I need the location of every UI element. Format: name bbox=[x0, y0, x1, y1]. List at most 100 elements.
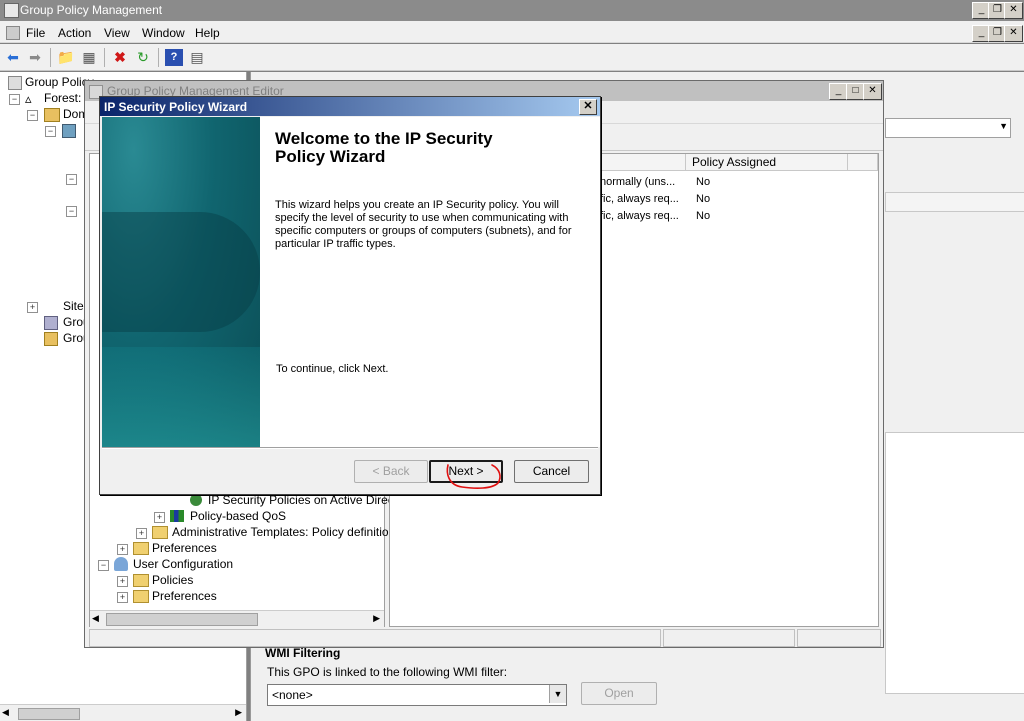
qos-chart-icon bbox=[170, 510, 184, 522]
banner-shape bbox=[102, 212, 260, 332]
wizard-footer-divider bbox=[102, 447, 598, 449]
wizard-description: This wizard helps you create an IP Secur… bbox=[275, 199, 572, 250]
folder-icon bbox=[133, 574, 149, 587]
collapse-icon[interactable]: − bbox=[98, 560, 109, 571]
tree-item-forest[interactable]: Forest: bbox=[44, 91, 81, 105]
scroll-left-icon[interactable]: ◀ bbox=[2, 707, 9, 718]
folder-icon bbox=[133, 542, 149, 555]
close-icon[interactable]: ✕ bbox=[1004, 2, 1023, 19]
tree-item-admin-templates[interactable]: Administrative Templates: Policy definit… bbox=[172, 525, 409, 539]
tree-item-ipsec[interactable]: IP Security Policies on Active Directo bbox=[208, 493, 404, 507]
gp-results-icon bbox=[44, 332, 58, 346]
collapse-icon[interactable]: − bbox=[66, 206, 77, 217]
tree-item-qos[interactable]: Policy-based QoS bbox=[190, 509, 286, 523]
status-segment bbox=[663, 629, 795, 647]
collapse-icon[interactable]: − bbox=[27, 110, 38, 121]
gpme-close-icon[interactable]: ✕ bbox=[863, 83, 882, 100]
right-dropdown[interactable]: ▼ bbox=[885, 118, 1011, 138]
banner-shape bbox=[102, 347, 260, 447]
right-lower-panel bbox=[885, 432, 1024, 694]
properties-icon[interactable]: ▤ bbox=[188, 49, 206, 66]
wizard-heading: Welcome to the IP Security Policy Wizard bbox=[275, 129, 493, 166]
collapse-icon[interactable]: − bbox=[9, 94, 20, 105]
menu-view[interactable]: View bbox=[104, 26, 130, 40]
expand-icon[interactable]: + bbox=[117, 576, 128, 587]
help-icon[interactable]: ? bbox=[165, 49, 183, 66]
wmi-filter-value: <none> bbox=[272, 688, 313, 702]
forward-arrow-icon[interactable]: ➡ bbox=[26, 49, 44, 66]
folder-icon bbox=[152, 526, 168, 539]
expand-icon[interactable]: + bbox=[117, 592, 128, 603]
menu-bar: File Action View Window Help _ ❐ ✕ bbox=[0, 21, 1024, 43]
wizard-title: IP Security Policy Wizard bbox=[104, 100, 248, 114]
user-config-icon bbox=[114, 557, 128, 571]
gpme-tree-scrollbar[interactable]: ◀ ▶ bbox=[90, 610, 384, 627]
refresh-icon[interactable]: ↻ bbox=[134, 49, 152, 66]
domain-icon bbox=[62, 124, 76, 138]
menu-action[interactable]: Action bbox=[58, 26, 91, 40]
toolbar-separator bbox=[104, 48, 105, 67]
gpm-root-icon bbox=[8, 76, 22, 90]
row-policy-assigned[interactable]: No bbox=[696, 176, 710, 188]
expand-icon[interactable]: + bbox=[154, 512, 165, 523]
up-folder-icon[interactable]: 📁 bbox=[57, 49, 75, 66]
collapse-icon[interactable]: − bbox=[45, 126, 56, 137]
wizard-content-area bbox=[260, 117, 600, 447]
app-icon bbox=[4, 3, 19, 18]
toolbar-separator bbox=[50, 48, 51, 67]
wmi-filter-select[interactable]: <none> ▼ bbox=[267, 684, 567, 706]
wizard-close-icon[interactable]: ✕ bbox=[579, 99, 597, 115]
status-segment bbox=[89, 629, 661, 647]
red-annotation-mark bbox=[446, 464, 501, 489]
tree-item-preferences[interactable]: Preferences bbox=[152, 541, 217, 555]
main-window-title: Group Policy Management bbox=[20, 3, 163, 17]
back-arrow-icon[interactable]: ⬅ bbox=[4, 49, 22, 66]
row-policy-assigned[interactable]: No bbox=[696, 210, 710, 222]
row-description[interactable]: normally (uns... bbox=[600, 176, 675, 188]
right-column-header bbox=[885, 192, 1024, 212]
domains-folder-icon bbox=[44, 108, 60, 122]
collapse-icon[interactable]: − bbox=[66, 174, 77, 185]
tree-horizontal-scrollbar[interactable]: ◀ ▶ bbox=[0, 704, 246, 721]
scroll-right-icon[interactable]: ▶ bbox=[235, 707, 242, 718]
gp-modeling-icon bbox=[44, 316, 58, 330]
main-title-bar: Group Policy Management _ ❐ ✕ bbox=[0, 0, 1024, 21]
tree-item-user-config[interactable]: User Configuration bbox=[133, 557, 233, 571]
row-description[interactable]: fic, always req... bbox=[600, 210, 679, 222]
chevron-down-icon[interactable]: ▼ bbox=[999, 121, 1008, 131]
back-button[interactable]: < Back bbox=[354, 460, 428, 483]
toolbar: ⬅ ➡ 📁 ▦ ✖ ↻ ? ▤ bbox=[0, 44, 1024, 71]
menu-help[interactable]: Help bbox=[195, 26, 220, 40]
mmc-doc-icon bbox=[6, 26, 20, 40]
column-header-policy-assigned[interactable]: Policy Assigned bbox=[686, 154, 848, 171]
expand-icon[interactable]: + bbox=[117, 544, 128, 555]
scroll-left-icon[interactable]: ◀ bbox=[92, 613, 99, 624]
expand-icon[interactable]: + bbox=[27, 302, 38, 313]
delete-icon[interactable]: ✖ bbox=[111, 49, 129, 66]
tree-item-user-preferences[interactable]: Preferences bbox=[152, 589, 217, 603]
scroll-right-icon[interactable]: ▶ bbox=[373, 613, 380, 624]
folder-icon bbox=[133, 590, 149, 603]
status-segment bbox=[797, 629, 881, 647]
ipsec-shield-icon bbox=[190, 494, 202, 506]
scroll-thumb[interactable] bbox=[106, 613, 258, 626]
expand-icon[interactable]: + bbox=[136, 528, 147, 539]
wmi-description: This GPO is linked to the following WMI … bbox=[267, 665, 508, 679]
show-hide-tree-icon[interactable]: ▦ bbox=[80, 49, 98, 66]
child-close-icon[interactable]: ✕ bbox=[1004, 25, 1023, 42]
row-policy-assigned[interactable]: No bbox=[696, 193, 710, 205]
row-description[interactable]: fic, always req... bbox=[600, 193, 679, 205]
wizard-title-bar: IP Security Policy Wizard ✕ bbox=[100, 97, 600, 116]
wizard-banner-image bbox=[102, 117, 260, 447]
tree-item-policies[interactable]: Policies bbox=[152, 573, 193, 587]
cancel-button[interactable]: Cancel bbox=[514, 460, 589, 483]
column-header-extra[interactable] bbox=[848, 154, 878, 171]
menu-window[interactable]: Window bbox=[142, 26, 185, 40]
wmi-heading: WMI Filtering bbox=[265, 646, 341, 660]
forest-icon: ▵ bbox=[25, 91, 32, 106]
scroll-thumb[interactable] bbox=[18, 708, 80, 720]
wizard-continue-text: To continue, click Next. bbox=[276, 363, 389, 375]
wmi-open-button[interactable]: Open bbox=[581, 682, 657, 705]
chevron-down-icon[interactable]: ▼ bbox=[549, 685, 566, 703]
menu-file[interactable]: File bbox=[26, 26, 45, 40]
